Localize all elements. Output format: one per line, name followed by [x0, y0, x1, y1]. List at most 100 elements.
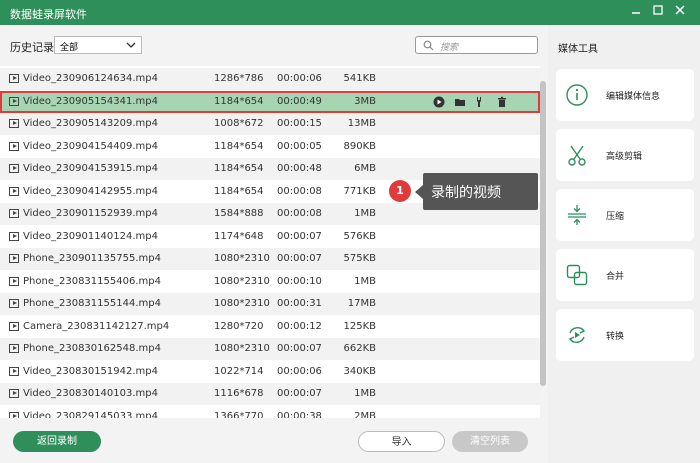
file-name: Phone_230831155406.mp4 — [23, 275, 161, 287]
folder-icon[interactable] — [454, 96, 466, 108]
file-resolution: 1116*678 — [214, 388, 264, 399]
scrollbar[interactable] — [540, 66, 548, 418]
play-icon[interactable] — [433, 96, 445, 108]
table-row[interactable]: Video_230829145033.mp4 1366*770 00:00:38 2M… — [0, 406, 540, 419]
tool-compress[interactable]: 压缩 — [556, 189, 694, 241]
file-resolution: 1080*2310 — [214, 253, 270, 264]
minimize-icon[interactable] — [627, 4, 645, 20]
file-size: 125KB — [343, 320, 376, 332]
file-name: Video_230904154409.mp4 — [23, 140, 158, 152]
close-icon[interactable] — [671, 4, 689, 20]
file-resolution: 1280*720 — [214, 320, 264, 332]
file-size: 2MB — [354, 410, 376, 419]
tool-label: 编辑媒体信息 — [606, 92, 661, 102]
table-row[interactable]: Video_230906124634.mp4 1286*786 00:00:06 54… — [0, 68, 540, 90]
video-file-icon — [9, 119, 19, 128]
file-resolution: 1080*2310 — [214, 275, 270, 287]
file-name: Phone_230830162548.mp4 — [23, 343, 161, 354]
file-name: Video_230906124634.mp4 — [23, 73, 158, 84]
table-row[interactable]: Video_230904154409.mp4 1184*654 00:00:05 89… — [0, 136, 540, 158]
file-name: Video_230830151942.mp4 — [23, 365, 158, 377]
scissors-icon — [566, 144, 588, 166]
tool-convert[interactable]: 转换 — [556, 309, 694, 361]
file-resolution: 1008*672 — [214, 118, 264, 129]
tool-advanced-edit[interactable]: 高级剪辑 — [556, 129, 694, 181]
file-resolution: 1080*2310 — [214, 343, 270, 354]
file-resolution: 1184*654 — [214, 163, 264, 174]
import-button[interactable]: 导入 — [358, 431, 445, 452]
file-size: 340KB — [343, 365, 376, 377]
tool-label: 合并 — [606, 272, 625, 282]
scrollbar-thumb[interactable] — [540, 81, 546, 386]
clear-list-button[interactable]: 清空列表 — [452, 431, 528, 452]
file-duration: 00:00:10 — [277, 275, 322, 287]
search-input[interactable]: 搜索 — [415, 36, 538, 54]
table-row[interactable]: Video_230905143209.mp4 1008*672 00:00:15 13… — [0, 113, 540, 135]
file-name: Video_230901140124.mp4 — [23, 230, 158, 242]
file-size: 1MB — [354, 275, 376, 287]
filter-select[interactable]: 全部 — [54, 36, 142, 54]
file-name: Phone_230901135755.mp4 — [23, 253, 161, 264]
file-duration: 00:00:06 — [277, 365, 322, 377]
file-resolution: 1584*888 — [214, 208, 264, 219]
media-tools-panel: 媒体工具 编辑媒体信息 高级剪辑 压缩 合并 转换 — [548, 25, 700, 463]
chevron-down-icon — [125, 38, 137, 55]
wrench-icon[interactable] — [475, 96, 487, 108]
video-file-icon — [9, 231, 19, 241]
video-file-icon — [9, 141, 19, 151]
history-label: 历史记录 — [10, 41, 54, 54]
table-row[interactable]: Video_230905154341.mp4 1184*654 00:00:49 3M… — [0, 90, 540, 113]
table-row[interactable]: Phone_230831155406.mp4 1080*2310 00:00:10 1… — [0, 271, 540, 293]
table-row[interactable]: Video_230901140124.mp4 1174*648 00:00:07 57… — [0, 226, 540, 248]
tool-label: 压缩 — [606, 212, 625, 222]
file-name: Camera_230831142127.mp4 — [23, 320, 170, 332]
video-file-icon — [9, 389, 19, 398]
tool-edit-media-info[interactable]: 编辑媒体信息 — [556, 69, 694, 121]
tool-merge[interactable]: 合并 — [556, 249, 694, 301]
file-duration: 00:00:07 — [277, 230, 322, 242]
video-file-icon — [9, 276, 19, 286]
file-size: 576KB — [343, 230, 376, 242]
table-row[interactable]: Phone_230901135755.mp4 1080*2310 00:00:07 5… — [0, 248, 540, 270]
history-panel: 历史记录 全部 搜索 Video_230906124634.mp4 1286*78… — [0, 25, 548, 463]
file-duration: 00:00:06 — [277, 73, 322, 84]
file-list: Video_230906124634.mp4 1286*786 00:00:06 54… — [0, 66, 540, 418]
file-duration: 00:00:12 — [277, 320, 322, 332]
table-row[interactable]: Phone_230830162548.mp4 1080*2310 00:00:07 6… — [0, 338, 540, 360]
tool-label: 转换 — [606, 332, 625, 342]
file-size: 1MB — [354, 388, 376, 399]
video-file-icon — [9, 411, 19, 418]
file-duration: 00:00:05 — [277, 140, 322, 152]
video-file-icon — [9, 299, 19, 308]
file-size: 662KB — [343, 343, 376, 354]
table-row[interactable]: Video_230830151942.mp4 1022*714 00:00:06 34… — [0, 361, 540, 383]
video-file-icon — [9, 186, 19, 196]
file-duration: 00:00:31 — [277, 298, 322, 309]
table-row[interactable]: Video_230830140103.mp4 1116*678 00:00:07 1M… — [0, 383, 540, 405]
compress-icon — [566, 204, 588, 226]
maximize-icon[interactable] — [649, 4, 667, 20]
file-size: 13MB — [347, 118, 376, 129]
file-resolution: 1184*654 — [214, 140, 264, 152]
file-size: 17MB — [347, 298, 376, 309]
file-name: Video_230904142955.mp4 — [23, 185, 158, 197]
back-to-record-button[interactable]: 返回录制 — [13, 431, 101, 452]
file-size: 541KB — [343, 73, 376, 84]
file-size: 1MB — [354, 208, 376, 219]
annotation-callout: 录制的视频 — [415, 173, 538, 210]
file-name: Video_230905154341.mp4 — [23, 95, 158, 107]
file-duration: 00:00:15 — [277, 118, 322, 129]
file-name: Video_230904153915.mp4 — [23, 163, 158, 174]
file-duration: 00:00:08 — [277, 208, 322, 219]
file-name: Phone_230831155144.mp4 — [23, 298, 161, 309]
file-duration: 00:00:07 — [277, 388, 322, 399]
video-file-icon — [9, 321, 19, 331]
merge-icon — [566, 264, 588, 286]
file-duration: 00:00:38 — [277, 410, 322, 419]
convert-icon — [566, 324, 588, 346]
table-row[interactable]: Phone_230831155144.mp4 1080*2310 00:00:31 1… — [0, 293, 540, 315]
trash-icon[interactable] — [496, 96, 508, 108]
file-resolution: 1080*2310 — [214, 298, 270, 309]
table-row[interactable]: Camera_230831142127.mp4 1280*720 00:00:12 1… — [0, 316, 540, 338]
file-name: Video_230901152939.mp4 — [23, 208, 158, 219]
